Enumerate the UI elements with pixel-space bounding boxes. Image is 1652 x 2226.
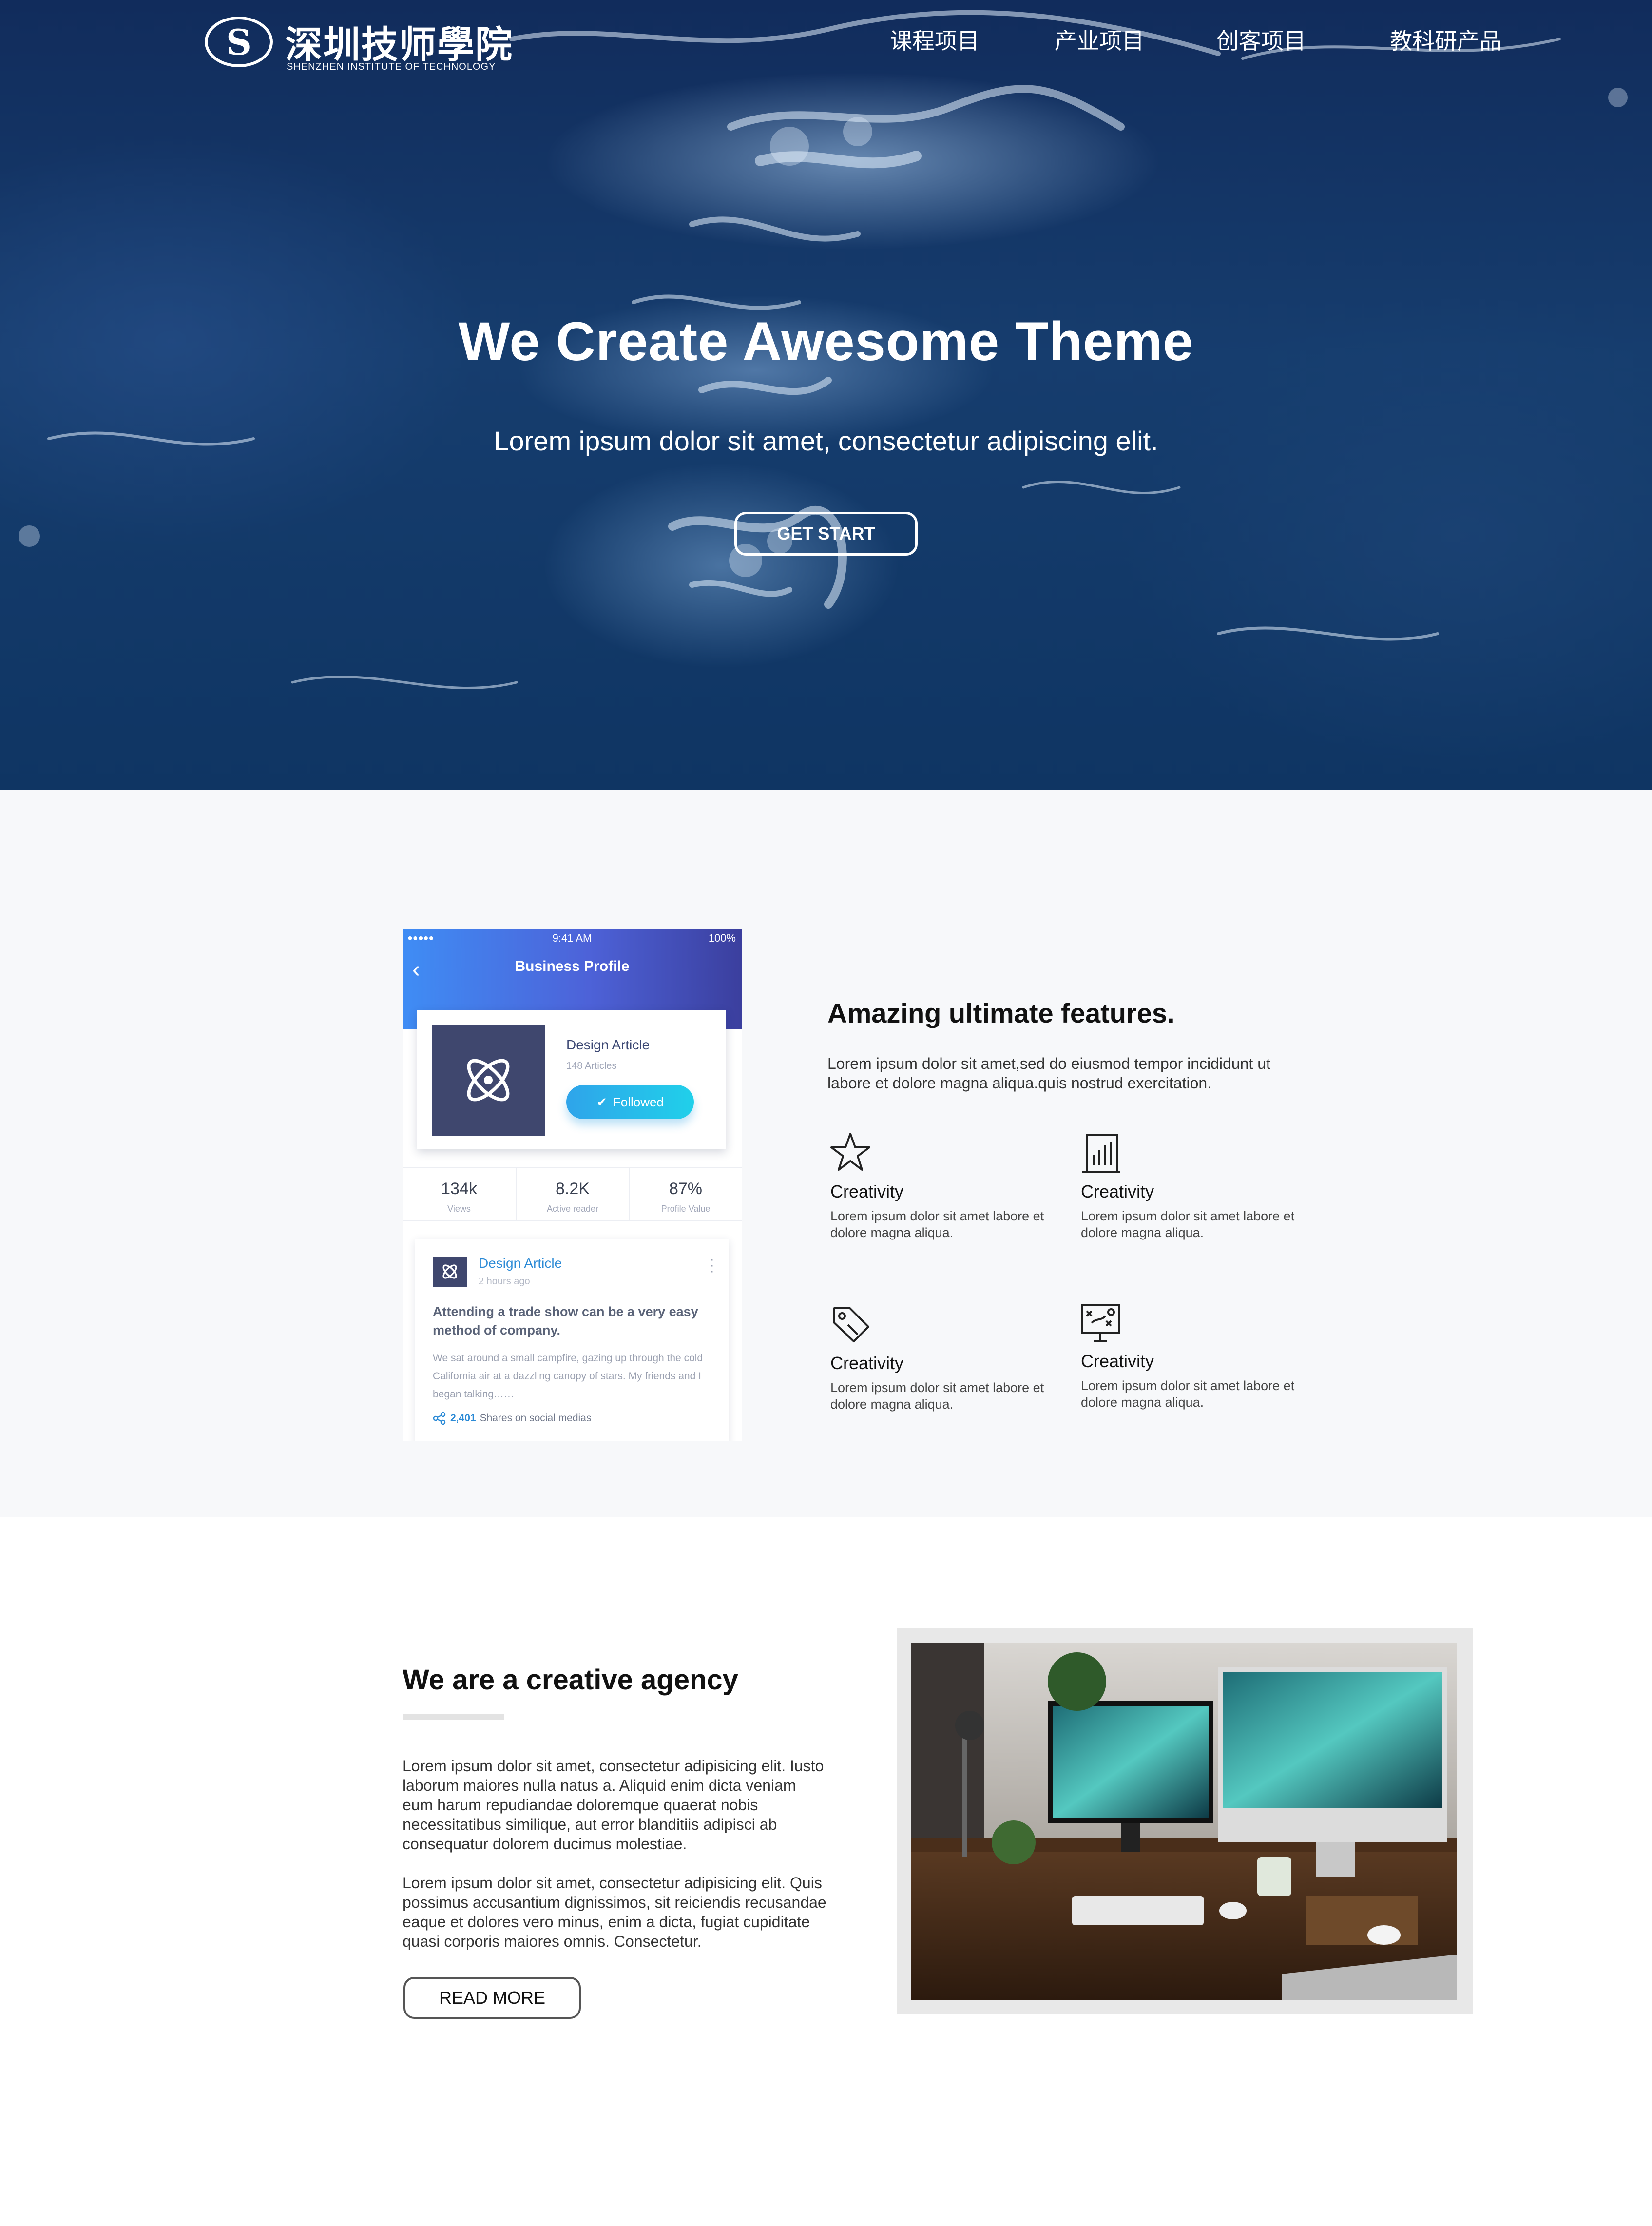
stat-value: 8.2K <box>556 1180 590 1198</box>
features-description: Lorem ipsum dolor sit amet,sed do eiusmo… <box>827 1055 1270 1092</box>
article-time: 2 hours ago <box>479 1276 530 1287</box>
followed-label: Followed <box>613 1094 664 1109</box>
nav-item-industry[interactable]: 产业项目 <box>1055 23 1144 56</box>
article-excerpt: We sat around a small campfire, gazing u… <box>433 1353 703 1400</box>
get-start-button[interactable]: GET START <box>734 512 918 556</box>
logo-english-name: SHENZHEN INSTITUTE OF TECHNOLOGY <box>287 61 496 72</box>
hero-subtitle: Lorem ipsum dolor sit amet, consectetur … <box>494 426 1158 456</box>
profile-card: Design Article 148 Articles ✔ Followed <box>417 1010 726 1149</box>
more-vertical-icon[interactable]: · · · <box>710 1252 714 1278</box>
battery-indicator: 100% <box>708 932 736 944</box>
stat-views: 134k Views <box>403 1168 516 1220</box>
agency-paragraph-1: Lorem ipsum dolor sit amet, consectetur … <box>403 1757 824 1853</box>
stat-active-reader: 8.2K Active reader <box>516 1168 629 1220</box>
feature-text: Lorem ipsum dolor sit amet labore et dol… <box>830 1209 1044 1240</box>
feature-item: Creativity Lorem ipsum dolor sit amet la… <box>828 1301 1062 1412</box>
article-title: Attending a trade show can be a very eas… <box>433 1304 698 1337</box>
hero-title: We Create Awesome Theme <box>458 311 1194 372</box>
photo-frame <box>897 1628 1473 2014</box>
feature-item: Creativity Lorem ipsum dolor sit amet la… <box>1079 1301 1313 1410</box>
hero-section: S 深圳技师學院 SHENZHEN INSTITUTE OF TECHNOLOG… <box>0 0 1652 790</box>
star-icon <box>830 1133 870 1171</box>
feature-item: Creativity Lorem ipsum dolor sit amet la… <box>828 1131 1062 1240</box>
check-icon: ✔ <box>596 1094 607 1109</box>
agency-section: We are a creative agency Lorem ipsum dol… <box>0 1517 1652 2226</box>
read-more-button[interactable]: READ MORE <box>403 1977 581 2019</box>
feature-text: Lorem ipsum dolor sit amet labore et dol… <box>1081 1378 1295 1410</box>
building-chart-icon <box>1082 1134 1120 1173</box>
shares-count: 2,401 <box>450 1413 476 1424</box>
shares-label: Shares on social medias <box>480 1413 592 1424</box>
stat-profile-value: 87% Profile Value <box>629 1168 742 1220</box>
followed-button[interactable]: ✔ Followed <box>566 1085 694 1119</box>
feature-name: Creativity <box>1081 1181 1154 1201</box>
feature-name: Creativity <box>1081 1351 1154 1371</box>
stat-label: Profile Value <box>661 1204 711 1214</box>
nav-item-research-products[interactable]: 教科研产品 <box>1390 23 1502 56</box>
nav-item-courses[interactable]: 课程项目 <box>890 23 980 56</box>
feature-name: Creativity <box>830 1353 904 1373</box>
status-time: 9:41 AM <box>552 932 592 944</box>
share-icon <box>433 1412 446 1425</box>
strategy-board-icon <box>1081 1304 1120 1342</box>
features-title: Amazing ultimate features. <box>827 998 1175 1028</box>
agency-title: We are a creative agency <box>403 1664 738 1696</box>
main-nav: 课程项目 产业项目 创客项目 教科研产品 <box>0 23 1652 56</box>
nav-item-maker[interactable]: 创客项目 <box>1216 23 1306 56</box>
feature-name: Creativity <box>830 1181 904 1201</box>
profile-name: Design Article <box>566 1037 650 1052</box>
workspace-photo <box>911 1643 1457 2000</box>
phone-mockup: ●●●●● 9:41 AM 100% ‹ Business Profile De… <box>403 929 742 1441</box>
stat-label: Views <box>447 1204 471 1214</box>
feature-item: Creativity Lorem ipsum dolor sit amet la… <box>1079 1131 1313 1240</box>
feature-text: Lorem ipsum dolor sit amet labore et dol… <box>830 1380 1044 1412</box>
article-shares: 2,401 Shares on social medias <box>433 1412 591 1425</box>
features-section: ●●●●● 9:41 AM 100% ‹ Business Profile De… <box>0 790 1652 1517</box>
article-card[interactable]: Design Article 2 hours ago · · · Attending… <box>415 1239 729 1441</box>
feature-text: Lorem ipsum dolor sit amet labore et dol… <box>1081 1209 1295 1240</box>
article-source[interactable]: Design Article <box>479 1256 562 1271</box>
stat-label: Active reader <box>546 1204 599 1214</box>
atom-icon <box>433 1257 467 1287</box>
phone-screen-title: Business Profile <box>515 958 630 974</box>
atom-icon <box>432 1025 545 1136</box>
agency-paragraph-2: Lorem ipsum dolor sit amet, consectetur … <box>403 1874 826 1950</box>
stat-value: 134k <box>441 1180 477 1198</box>
ocean-background-image <box>19 10 1628 690</box>
profile-stats: 134k Views 8.2K Active reader 87% Profil… <box>403 1167 742 1221</box>
tag-icon <box>833 1307 869 1342</box>
title-divider <box>403 1714 504 1720</box>
stat-value: 87% <box>669 1180 703 1198</box>
profile-article-count: 148 Articles <box>566 1061 617 1071</box>
